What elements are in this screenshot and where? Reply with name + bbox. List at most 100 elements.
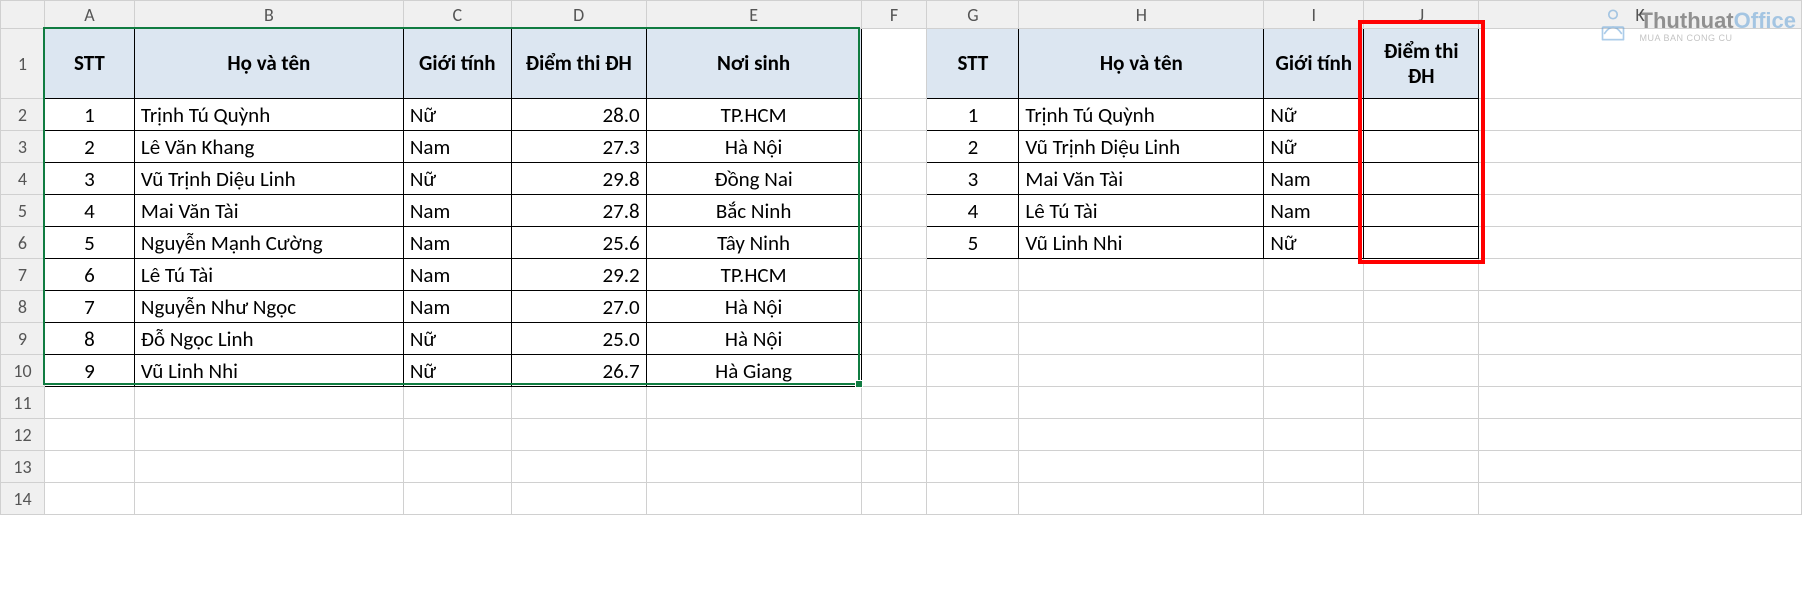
cell-K2[interactable]: [1479, 99, 1802, 131]
cell-D8[interactable]: 27.0: [511, 291, 646, 323]
row-header-1[interactable]: 1: [1, 29, 45, 99]
cell-C6[interactable]: Nam: [403, 227, 511, 259]
cell-B7[interactable]: Lê Tú Tài: [134, 259, 403, 291]
col-header-b[interactable]: B: [134, 1, 403, 29]
cell-K3[interactable]: [1479, 131, 1802, 163]
cell-E9[interactable]: Hà Nội: [646, 323, 861, 355]
col-header-g[interactable]: G: [927, 1, 1019, 29]
cell-F10[interactable]: [861, 355, 927, 387]
cell-C10[interactable]: Nữ: [403, 355, 511, 387]
col-header-e[interactable]: E: [646, 1, 861, 29]
cell-G7[interactable]: [927, 259, 1019, 291]
cell-I13[interactable]: [1264, 451, 1364, 483]
cell-K8[interactable]: [1479, 291, 1802, 323]
cell-G6[interactable]: 5: [927, 227, 1019, 259]
cell-E8[interactable]: Hà Nội: [646, 291, 861, 323]
cell-E5[interactable]: Bắc Ninh: [646, 195, 861, 227]
cell-J11[interactable]: [1364, 387, 1479, 419]
cell-C12[interactable]: [403, 419, 511, 451]
cell-K1[interactable]: [1479, 29, 1802, 99]
cell-I3[interactable]: Nữ: [1264, 131, 1364, 163]
row-header-6[interactable]: 6: [1, 227, 45, 259]
cell-I4[interactable]: Nam: [1264, 163, 1364, 195]
t1-header-2[interactable]: Giới tính: [403, 29, 511, 99]
cell-I10[interactable]: [1264, 355, 1364, 387]
col-header-c[interactable]: C: [403, 1, 511, 29]
cell-B14[interactable]: [134, 483, 403, 515]
cell-C11[interactable]: [403, 387, 511, 419]
cell-A14[interactable]: [44, 483, 134, 515]
cell-A3[interactable]: 2: [44, 131, 134, 163]
cell-E11[interactable]: [646, 387, 861, 419]
spreadsheet-grid[interactable]: ABCDEFGHIJK1STTHọ và tênGiới tínhĐiểm th…: [0, 0, 1802, 515]
cell-C4[interactable]: Nữ: [403, 163, 511, 195]
cell-J5[interactable]: [1364, 195, 1479, 227]
cell-K14[interactable]: [1479, 483, 1802, 515]
cell-E7[interactable]: TP.HCM: [646, 259, 861, 291]
cell-H4[interactable]: Mai Văn Tài: [1019, 163, 1264, 195]
cell-I11[interactable]: [1264, 387, 1364, 419]
cell-H8[interactable]: [1019, 291, 1264, 323]
cell-D7[interactable]: 29.2: [511, 259, 646, 291]
cell-J3[interactable]: [1364, 131, 1479, 163]
cell-F2[interactable]: [861, 99, 927, 131]
cell-A6[interactable]: 5: [44, 227, 134, 259]
cell-J9[interactable]: [1364, 323, 1479, 355]
col-header-j[interactable]: J: [1364, 1, 1479, 29]
cell-I6[interactable]: Nữ: [1264, 227, 1364, 259]
cell-H14[interactable]: [1019, 483, 1264, 515]
cell-J4[interactable]: [1364, 163, 1479, 195]
cell-I9[interactable]: [1264, 323, 1364, 355]
cell-B11[interactable]: [134, 387, 403, 419]
cell-C8[interactable]: Nam: [403, 291, 511, 323]
cell-E10[interactable]: Hà Giang: [646, 355, 861, 387]
cell-E4[interactable]: Đồng Nai: [646, 163, 861, 195]
cell-B12[interactable]: [134, 419, 403, 451]
cell-K9[interactable]: [1479, 323, 1802, 355]
cell-G4[interactable]: 3: [927, 163, 1019, 195]
cell-C13[interactable]: [403, 451, 511, 483]
cell-E6[interactable]: Tây Ninh: [646, 227, 861, 259]
cell-D5[interactable]: 27.8: [511, 195, 646, 227]
cell-A4[interactable]: 3: [44, 163, 134, 195]
cell-G10[interactable]: [927, 355, 1019, 387]
cell-K6[interactable]: [1479, 227, 1802, 259]
cell-F12[interactable]: [861, 419, 927, 451]
cell-F8[interactable]: [861, 291, 927, 323]
cell-D2[interactable]: 28.0: [511, 99, 646, 131]
t2-header-2[interactable]: Giới tính: [1264, 29, 1364, 99]
cell-J10[interactable]: [1364, 355, 1479, 387]
cell-I2[interactable]: Nữ: [1264, 99, 1364, 131]
row-header-14[interactable]: 14: [1, 483, 45, 515]
cell-A13[interactable]: [44, 451, 134, 483]
cell-A7[interactable]: 6: [44, 259, 134, 291]
cell-F14[interactable]: [861, 483, 927, 515]
cell-G9[interactable]: [927, 323, 1019, 355]
cell-G11[interactable]: [927, 387, 1019, 419]
cell-B4[interactable]: Vũ Trịnh Diệu Linh: [134, 163, 403, 195]
cell-B10[interactable]: Vũ Linh Nhi: [134, 355, 403, 387]
cell-E3[interactable]: Hà Nội: [646, 131, 861, 163]
row-header-8[interactable]: 8: [1, 291, 45, 323]
cell-G2[interactable]: 1: [927, 99, 1019, 131]
cell-I7[interactable]: [1264, 259, 1364, 291]
col-header-i[interactable]: I: [1264, 1, 1364, 29]
cell-A11[interactable]: [44, 387, 134, 419]
cell-J2[interactable]: [1364, 99, 1479, 131]
cell-C3[interactable]: Nam: [403, 131, 511, 163]
cell-A9[interactable]: 8: [44, 323, 134, 355]
cell-D3[interactable]: 27.3: [511, 131, 646, 163]
cell-D14[interactable]: [511, 483, 646, 515]
cell-K12[interactable]: [1479, 419, 1802, 451]
cell-H9[interactable]: [1019, 323, 1264, 355]
t2-header-1[interactable]: Họ và tên: [1019, 29, 1264, 99]
cell-B2[interactable]: Trịnh Tú Quỳnh: [134, 99, 403, 131]
cell-A5[interactable]: 4: [44, 195, 134, 227]
cell-H13[interactable]: [1019, 451, 1264, 483]
cell-D4[interactable]: 29.8: [511, 163, 646, 195]
cell-F13[interactable]: [861, 451, 927, 483]
cell-H12[interactable]: [1019, 419, 1264, 451]
col-header-a[interactable]: A: [44, 1, 134, 29]
cell-D12[interactable]: [511, 419, 646, 451]
cell-J13[interactable]: [1364, 451, 1479, 483]
